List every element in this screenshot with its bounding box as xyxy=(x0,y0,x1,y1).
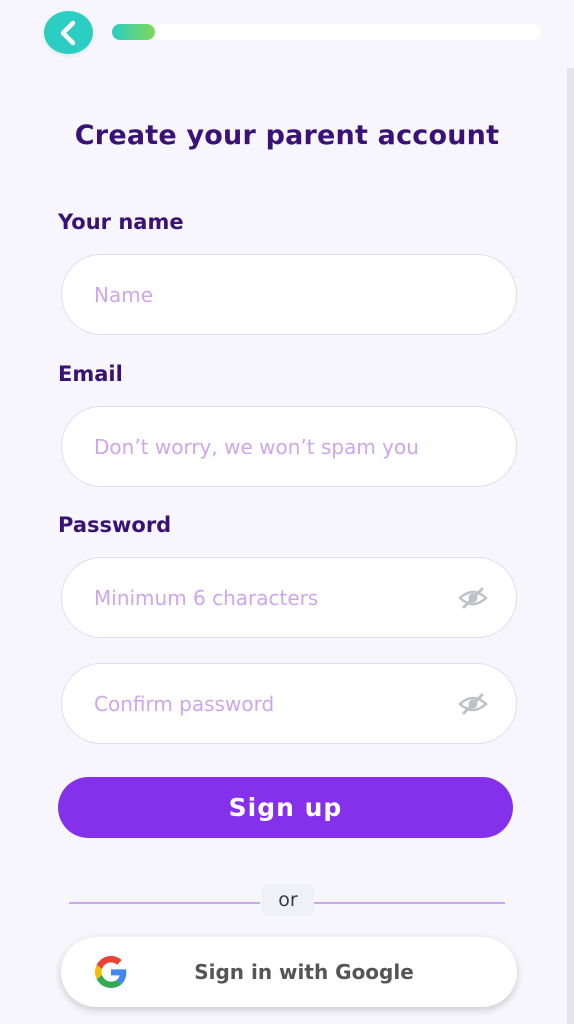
divider-or: or xyxy=(262,884,314,916)
chevron-left-icon xyxy=(60,20,75,45)
signup-screen: Create your parent account Your name Ema… xyxy=(0,0,574,1024)
progress-bar-fill xyxy=(112,24,155,40)
sign-up-button[interactable]: Sign up xyxy=(58,777,513,838)
password-visibility-toggle[interactable] xyxy=(458,584,488,612)
eye-hidden-icon xyxy=(458,693,488,715)
email-field[interactable] xyxy=(61,406,517,487)
scrollbar[interactable] xyxy=(567,68,574,1024)
name-input[interactable] xyxy=(94,255,484,334)
google-sign-in-button[interactable]: Sign in with Google xyxy=(61,937,517,1007)
progress-bar xyxy=(112,24,540,40)
divider-line-right xyxy=(314,902,505,904)
confirm-password-input[interactable] xyxy=(94,664,436,743)
password-input[interactable] xyxy=(94,558,436,637)
confirm-password-field[interactable] xyxy=(61,663,517,744)
google-sign-in-label: Sign in with Google xyxy=(194,960,414,984)
password-label: Password xyxy=(58,513,172,537)
eye-hidden-icon xyxy=(458,587,488,609)
divider-line-left xyxy=(69,902,260,904)
back-button[interactable] xyxy=(44,11,93,54)
password-field[interactable] xyxy=(61,557,517,638)
email-input[interactable] xyxy=(94,407,484,486)
confirm-password-visibility-toggle[interactable] xyxy=(458,690,488,718)
name-label: Your name xyxy=(58,210,184,234)
email-label: Email xyxy=(58,362,123,386)
name-field[interactable] xyxy=(61,254,517,335)
page-title: Create your parent account xyxy=(74,120,500,151)
